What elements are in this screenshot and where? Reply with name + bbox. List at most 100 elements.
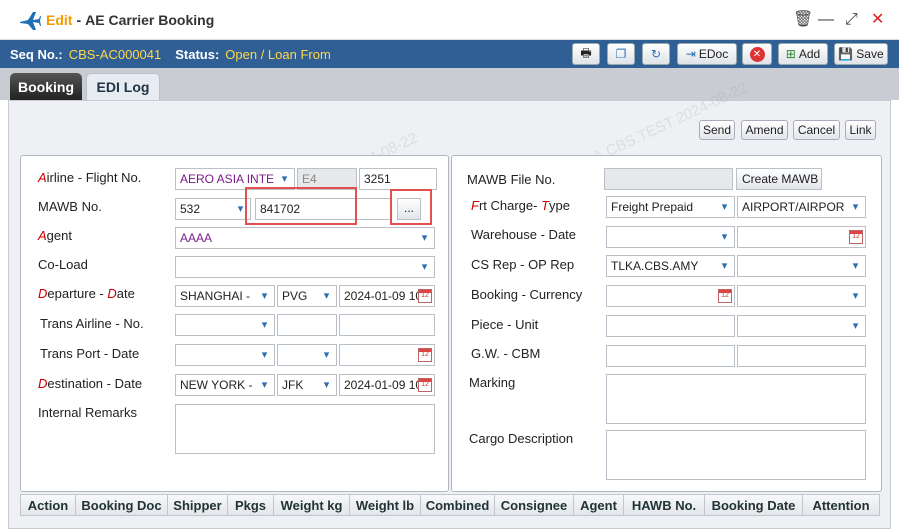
warehouse-select[interactable]: ▾: [606, 226, 735, 248]
refresh-icon: ↻: [650, 47, 662, 61]
charge-type-select[interactable]: AIRPORT/AIRPOR ▾: [737, 196, 866, 218]
agent-select[interactable]: AAAA ▾: [175, 227, 435, 249]
unit-select[interactable]: ▾: [737, 315, 866, 337]
window-titlebar: Edit - AE Carrier Booking: [0, 0, 899, 40]
chevron-down-icon: ▾: [261, 319, 268, 331]
status-label: Status:: [175, 46, 220, 62]
highlight-box: [245, 187, 357, 225]
delete-button[interactable]: ✕: [742, 43, 772, 65]
destination-date-input[interactable]: 2024-01-09 10:0 12: [339, 374, 435, 396]
calendar-icon[interactable]: 12: [418, 348, 432, 362]
create-mawb-button[interactable]: Create MAWB: [736, 168, 822, 190]
column-header[interactable]: Shipper: [168, 495, 228, 515]
csrep-oprep-label: CS Rep - OP Rep: [471, 257, 575, 272]
trans-port-code-select[interactable]: ▾: [277, 344, 337, 366]
coload-label: Co-Load: [38, 257, 88, 272]
column-header[interactable]: Consignee: [495, 495, 574, 515]
save-button[interactable]: 💾 Save: [834, 43, 888, 65]
marking-label: Marking: [469, 375, 516, 390]
calendar-icon[interactable]: 12: [418, 378, 432, 392]
departure-date-label: Departure - Date: [38, 286, 135, 301]
coload-select[interactable]: ▾: [175, 256, 435, 278]
column-header[interactable]: Action: [21, 495, 76, 515]
tab-bar: Booking EDI Log: [0, 68, 899, 100]
destination-date-label: Destination - Date: [38, 376, 143, 391]
refresh-button[interactable]: ↻: [642, 43, 670, 65]
gw-cbm-label: G.W. - CBM: [471, 346, 541, 361]
flight-no-input[interactable]: 3251: [359, 168, 437, 190]
copy-button[interactable]: ❐: [607, 43, 635, 65]
minimize-icon[interactable]: —: [818, 12, 834, 28]
column-header[interactable]: HAWB No.: [624, 495, 705, 515]
highlight-box: [390, 189, 432, 225]
calendar-icon[interactable]: 12: [718, 289, 732, 303]
printer-icon: 🖶: [580, 45, 592, 60]
cargo-description-label: Cargo Description: [469, 431, 574, 446]
copy-icon: ❐: [615, 47, 627, 61]
chevron-down-icon: ▾: [852, 290, 859, 302]
departure-port-select[interactable]: SHANGHAI - ▾: [175, 285, 275, 307]
chevron-down-icon: ▾: [852, 260, 859, 272]
trans-extra-input[interactable]: [339, 314, 435, 336]
column-header[interactable]: Weight lb: [350, 495, 421, 515]
trans-airline-select[interactable]: ▾: [175, 314, 275, 336]
warehouse-date-input[interactable]: 12: [737, 226, 866, 248]
cargo-description-textarea[interactable]: [606, 430, 866, 480]
tab-booking[interactable]: Booking: [10, 73, 82, 100]
trans-no-input[interactable]: [277, 314, 337, 336]
column-header[interactable]: Booking Doc: [76, 495, 168, 515]
agent-label: Agent: [38, 228, 72, 243]
calendar-icon[interactable]: 12: [849, 230, 863, 244]
tab-edi-log[interactable]: EDI Log: [86, 73, 160, 100]
destination-code-select[interactable]: JFK ▾: [277, 374, 337, 396]
mawb-file-field: [604, 168, 733, 190]
maximize-icon[interactable]: ⤢: [845, 12, 858, 28]
trans-date-input[interactable]: 12: [339, 344, 435, 366]
booking-date-input[interactable]: 12: [606, 285, 735, 307]
column-header[interactable]: Combined: [421, 495, 495, 515]
seq-value: CBS-AC000041: [68, 46, 162, 62]
chevron-down-icon: ▾: [421, 232, 428, 244]
edoc-button[interactable]: ⇥ EDoc: [677, 43, 737, 65]
airplane-icon: [20, 11, 41, 30]
edoc-icon: ⇥: [685, 47, 696, 61]
add-button[interactable]: ⊞ Add: [778, 43, 828, 65]
booking-currency-label: Booking - Currency: [471, 287, 583, 302]
cancel-button[interactable]: Cancel: [793, 120, 840, 140]
mawb-prefix-select[interactable]: 532 ▾: [175, 198, 251, 220]
departure-code-select[interactable]: PVG ▾: [277, 285, 337, 307]
print-button[interactable]: 🖶: [572, 43, 600, 65]
delete-icon: ✕: [749, 46, 765, 62]
marking-textarea[interactable]: [606, 374, 866, 424]
column-header[interactable]: Pkgs: [228, 495, 274, 515]
op-rep-select[interactable]: ▾: [737, 255, 866, 277]
add-label: Add: [798, 47, 821, 61]
calendar-icon[interactable]: 12: [418, 289, 432, 303]
frt-charge-type-label: Frt Charge- Type: [471, 198, 571, 213]
link-button[interactable]: Link: [845, 120, 876, 140]
column-header[interactable]: Booking Date: [705, 495, 803, 515]
close-icon[interactable]: ✕: [871, 12, 884, 28]
cs-rep-select[interactable]: TLKA.CBS.AMY ▾: [606, 255, 735, 277]
trans-airline-label: Trans Airline - No.: [40, 316, 144, 331]
trash-icon[interactable]: 🗑: [793, 12, 813, 28]
trans-port-select[interactable]: ▾: [175, 344, 275, 366]
freight-charge-select[interactable]: Freight Prepaid ▾: [606, 196, 735, 218]
column-header[interactable]: Weight kg: [274, 495, 350, 515]
chevron-down-icon: ▾: [421, 261, 428, 273]
currency-select[interactable]: ▾: [737, 285, 866, 307]
mawb-no-label: MAWB No.: [38, 199, 102, 214]
chevron-down-icon: ▾: [261, 349, 268, 361]
mawb-file-label: MAWB File No.: [467, 172, 556, 187]
destination-port-select[interactable]: NEW YORK - ▾: [175, 374, 275, 396]
internal-remarks-textarea[interactable]: [175, 404, 435, 454]
departure-date-input[interactable]: 2024-01-09 10:0 12: [339, 285, 435, 307]
column-header[interactable]: Agent: [574, 495, 624, 515]
title-separator: -: [76, 11, 82, 28]
amend-button[interactable]: Amend: [741, 120, 788, 140]
cbm-input[interactable]: [737, 345, 866, 367]
piece-input[interactable]: [606, 315, 735, 337]
send-button[interactable]: Send: [699, 120, 735, 140]
column-header[interactable]: Attention: [803, 495, 879, 515]
gross-weight-input[interactable]: [606, 345, 735, 367]
